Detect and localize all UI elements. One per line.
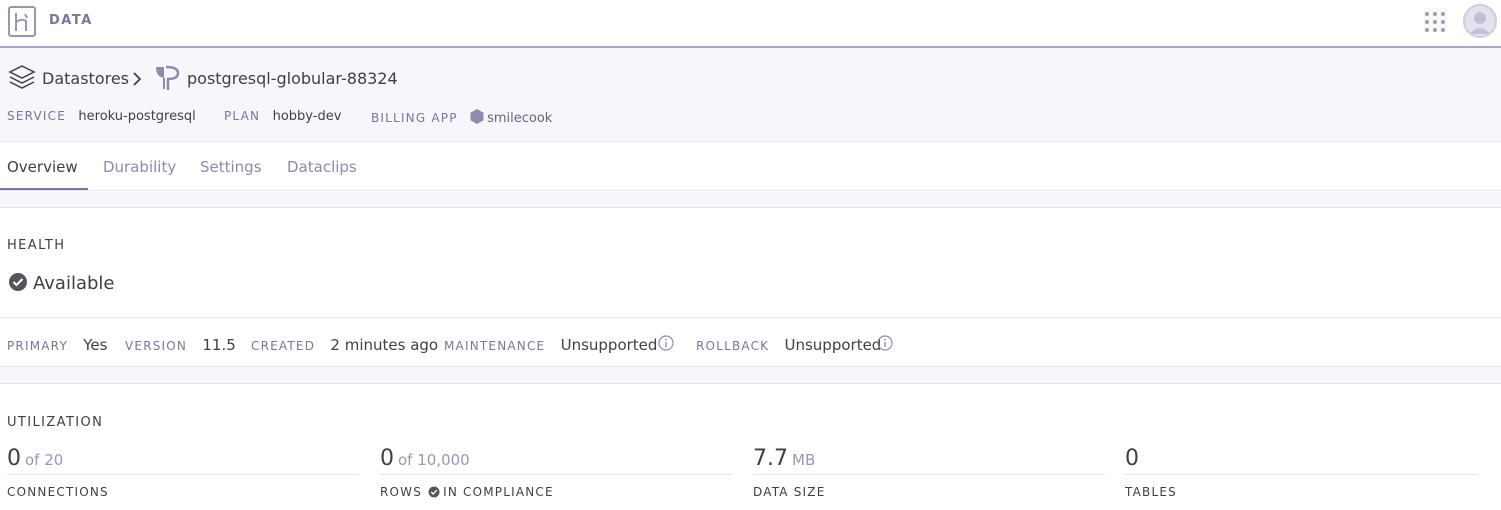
maintenance-info: MAINTENANCE Unsupported xyxy=(444,336,658,354)
tab-durability[interactable]: Durability xyxy=(103,158,176,176)
primary-info: PRIMARY Yes xyxy=(7,336,108,354)
apps-grid-icon[interactable] xyxy=(1424,11,1446,33)
rows-value: 0 of 10,000 xyxy=(380,446,470,471)
breadcrumb-datastores[interactable]: Datastores xyxy=(42,69,129,88)
health-title: HEALTH xyxy=(7,238,66,253)
check-circle-icon xyxy=(8,272,28,296)
avatar[interactable] xyxy=(1463,4,1497,38)
resource-header: Datastores postgresql-globular-88324 SER… xyxy=(0,48,1501,142)
rows-underline xyxy=(380,474,732,475)
section-spacer xyxy=(0,367,1501,383)
rows-label: ROWS IN COMPLIANCE xyxy=(380,485,554,499)
app-title: DATA xyxy=(49,13,93,28)
tables-value: 0 xyxy=(1125,446,1139,471)
billing-meta: BILLING APP smilecook xyxy=(371,109,553,126)
data-size-value: 7.7 MB xyxy=(753,446,816,471)
compliance-check-icon xyxy=(428,486,440,498)
plan-meta: PLAN hobby-dev xyxy=(224,109,342,124)
divider xyxy=(0,207,1501,208)
tab-dataclips[interactable]: Dataclips xyxy=(287,158,357,176)
chevron-right-icon xyxy=(131,71,143,91)
service-meta: SERVICE heroku-postgresql xyxy=(7,109,196,124)
tables-label: TABLES xyxy=(1125,485,1177,499)
datastore-name: postgresql-globular-88324 xyxy=(187,69,398,88)
data-size-underline xyxy=(753,474,1105,475)
app-hexagon-icon xyxy=(470,109,484,124)
health-status: Available xyxy=(33,273,115,294)
connections-underline xyxy=(7,474,359,475)
datastores-stack-icon xyxy=(8,64,36,94)
rollback-info-icon[interactable] xyxy=(877,335,893,355)
tables-underline xyxy=(1125,474,1477,475)
version-info: VERSION 11.5 xyxy=(125,336,236,354)
section-spacer xyxy=(0,192,1501,208)
connections-value: 0 of 20 xyxy=(7,446,64,471)
tab-overview[interactable]: Overview xyxy=(7,158,78,176)
data-size-label: DATA SIZE xyxy=(753,485,826,499)
top-bar: DATA xyxy=(0,0,1501,48)
divider xyxy=(0,317,1501,318)
maintenance-info-icon[interactable] xyxy=(658,335,674,355)
created-info: CREATED 2 minutes ago xyxy=(251,336,439,354)
tab-settings[interactable]: Settings xyxy=(200,158,262,176)
compliance-status: IN COMPLIANCE xyxy=(443,485,554,499)
rollback-info: ROLLBACK Unsupported xyxy=(696,336,882,354)
connections-label: CONNECTIONS xyxy=(7,485,109,499)
tab-bar: Overview Durability Settings Dataclips xyxy=(0,142,1501,191)
billing-app-link[interactable]: smilecook xyxy=(487,111,552,126)
divider xyxy=(0,366,1501,367)
divider xyxy=(0,383,1501,384)
heroku-logo-icon[interactable] xyxy=(8,6,36,37)
active-tab-indicator xyxy=(0,188,88,190)
postgres-elephant-icon xyxy=(152,63,182,97)
utilization-title: UTILIZATION xyxy=(7,415,104,430)
